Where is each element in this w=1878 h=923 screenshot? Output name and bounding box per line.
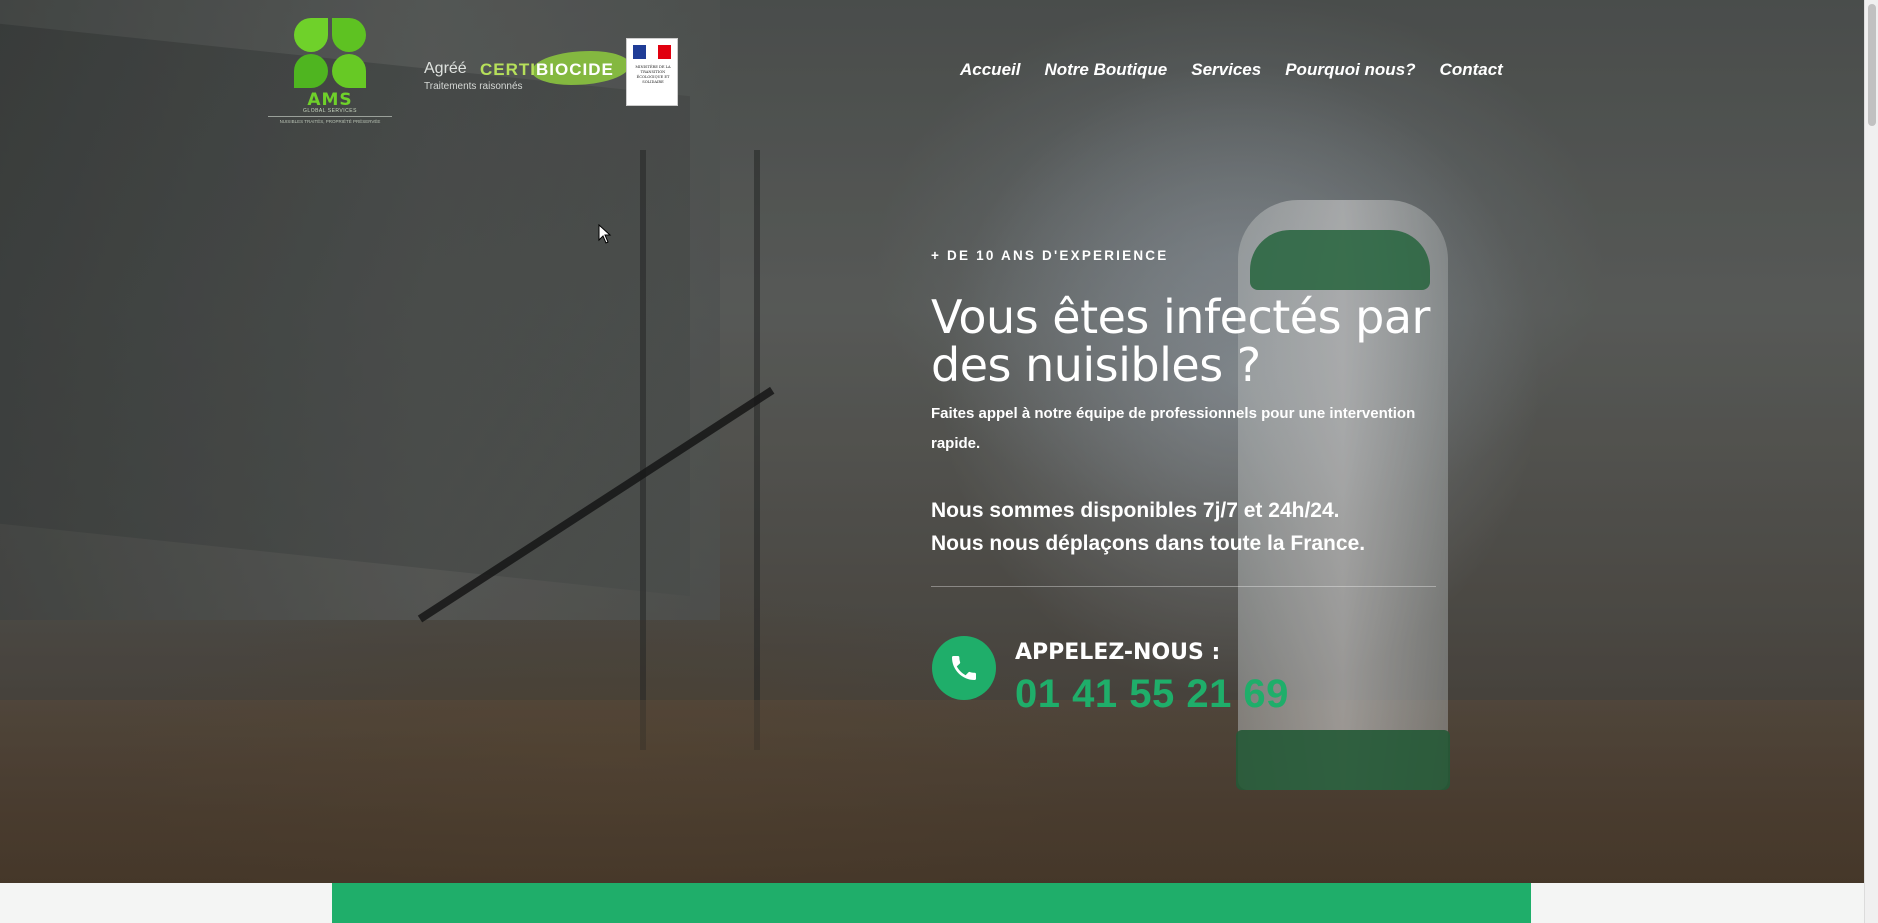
ministry-text: MINISTÈRE DE LA TRANSITION ÉCOLOGIQUE ET…: [635, 65, 671, 84]
phone-number-link[interactable]: 01 41 55 21 69: [1015, 672, 1289, 717]
logo-rodent-icon: [294, 54, 328, 88]
hero-content: + DE 10 ANS D'EXPERIENCE Vous êtes infec…: [931, 248, 1441, 587]
logo-virus-icon: [332, 18, 366, 52]
page-scrollbar[interactable]: [1864, 0, 1878, 923]
certibiocide-biocide: BIOCIDE: [536, 60, 614, 79]
logo-leaf-icon: [294, 18, 328, 52]
call-label: APPELEZ-NOUS :: [1015, 640, 1221, 665]
phone-icon: [952, 656, 976, 680]
logo-drop-icon: [332, 54, 366, 88]
hero-intro: Faites appel à notre équipe de professio…: [931, 405, 1416, 452]
certibiocide-subtitle: Traitements raisonnés: [424, 81, 523, 92]
nav-item-contact[interactable]: Contact: [1440, 60, 1503, 80]
hero-availability: Nous sommes disponibles 7j/7 et 24h/24. …: [931, 494, 1441, 560]
hero-divider: [931, 586, 1436, 587]
call-block: APPELEZ-NOUS : 01 41 55 21 69: [932, 636, 1352, 716]
certibiocide-badge: Agréé CERTI BIOCIDE Traitements raisonné…: [424, 48, 630, 96]
logo-brand: AMS: [307, 90, 353, 110]
certibiocide-agree: Agréé: [424, 60, 467, 77]
main-nav: Accueil Notre Boutique Services Pourquoi…: [960, 60, 1503, 80]
site-logo[interactable]: AMS GLOBAL SERVICES NUISIBLES TRAITÉS, P…: [268, 16, 392, 128]
nav-item-services[interactable]: Services: [1191, 60, 1261, 80]
logo-tagline: NUISIBLES TRAITÉS, PROPRIÉTÉ PRÉSERVÉE: [268, 116, 392, 124]
green-section-band: [332, 883, 1531, 923]
availability-coverage: Nous nous déplaçons dans toute la France…: [931, 532, 1366, 555]
phone-call-button[interactable]: [932, 636, 996, 700]
hero-headline: Vous êtes infectés par des nuisibles ?: [931, 290, 1430, 392]
french-flag-icon: [633, 45, 672, 59]
ministry-logo: MINISTÈRE DE LA TRANSITION ÉCOLOGIQUE ET…: [626, 38, 678, 106]
logo-sub: GLOBAL SERVICES: [303, 108, 357, 114]
nav-item-accueil[interactable]: Accueil: [960, 60, 1020, 80]
nav-item-pourquoi[interactable]: Pourquoi nous?: [1285, 60, 1415, 80]
hero-eyebrow: + DE 10 ANS D'EXPERIENCE: [931, 248, 1169, 263]
nav-item-boutique[interactable]: Notre Boutique: [1044, 60, 1167, 80]
availability-hours: Nous sommes disponibles 7j/7 et 24h/24.: [931, 499, 1340, 522]
scrollbar-thumb[interactable]: [1868, 4, 1876, 126]
certibiocide-certi: CERTI: [480, 60, 536, 79]
